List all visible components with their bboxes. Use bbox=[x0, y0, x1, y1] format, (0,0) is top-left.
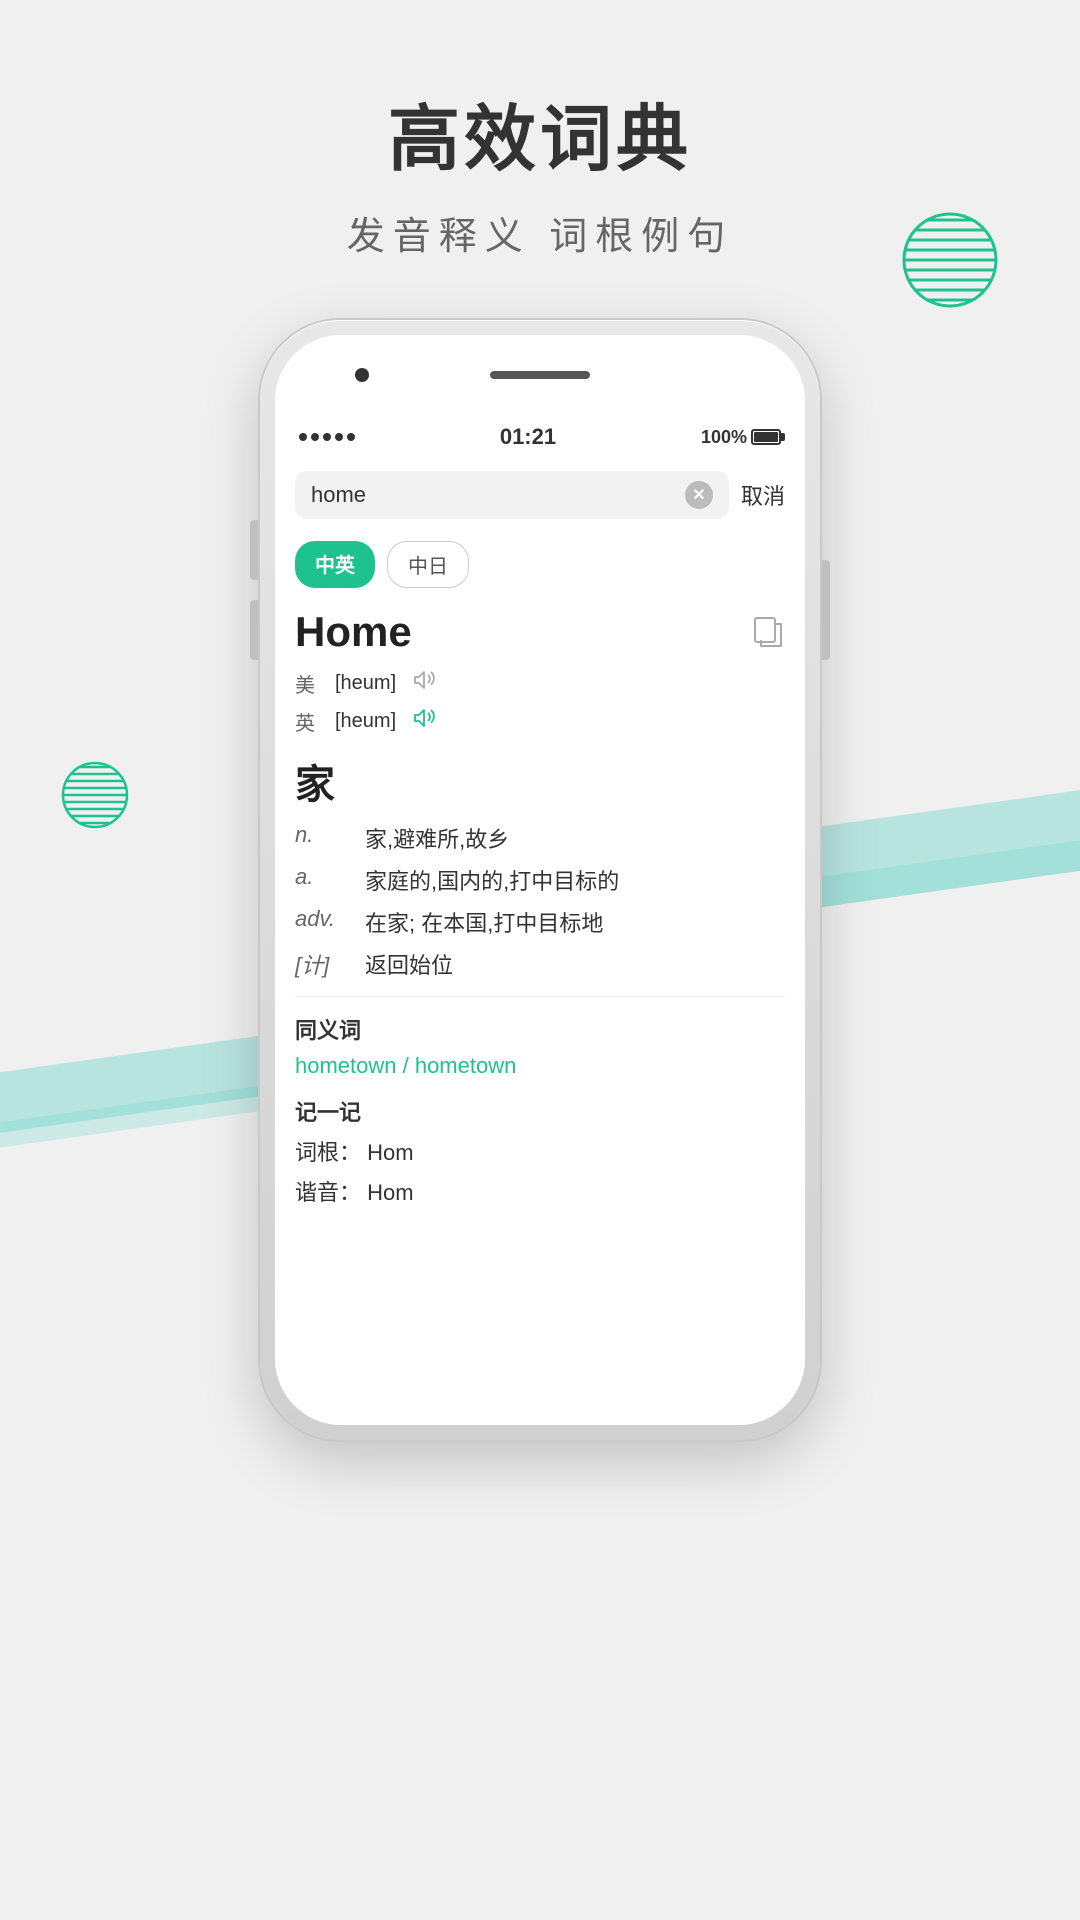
phone-outer-shell: 01:21 100% home ✕ 取消 中英 中日 bbox=[260, 320, 820, 1440]
status-bar: 01:21 100% bbox=[275, 415, 805, 459]
pron-label-uk: 英 bbox=[295, 707, 319, 736]
synonyms-label: 同义词 bbox=[295, 1013, 785, 1045]
pron-text-us: [heum] bbox=[335, 672, 396, 695]
def-type-n: n. bbox=[295, 822, 365, 854]
pron-row-uk: 英 [heum] bbox=[295, 706, 785, 736]
phone-speaker bbox=[490, 371, 590, 379]
memory-label: 记一记 bbox=[295, 1095, 785, 1127]
phone-mockup: 01:21 100% home ✕ 取消 中英 中日 bbox=[260, 320, 820, 1440]
synonyms-text[interactable]: hometown / hometown bbox=[295, 1053, 785, 1079]
def-text-n: 家,避难所,故乡 bbox=[365, 822, 785, 854]
header-section: 高效词典 发音释义 词根例句 bbox=[347, 80, 734, 260]
word-root-value: Hom bbox=[367, 1140, 413, 1165]
tab-area: 中英 中日 bbox=[275, 531, 805, 598]
def-text-adv: 在家; 在本国,打中目标地 bbox=[365, 906, 785, 938]
deco-circle-top-right bbox=[900, 210, 1000, 310]
def-text-comp: 返回始位 bbox=[365, 948, 785, 980]
search-input-wrap[interactable]: home ✕ bbox=[295, 471, 729, 519]
pron-row-us: 美 [heum] bbox=[295, 668, 785, 698]
tab-zh-ja[interactable]: 中日 bbox=[387, 541, 469, 588]
pron-text-uk: [heum] bbox=[335, 710, 396, 733]
def-type-comp: [计] bbox=[295, 948, 365, 980]
signal-dot-4 bbox=[335, 433, 343, 441]
def-text-a: 家庭的,国内的,打中目标的 bbox=[365, 864, 785, 896]
def-row-n: n. 家,避难所,故乡 bbox=[295, 822, 785, 854]
word-header: Home bbox=[295, 608, 785, 656]
signal-dot-5 bbox=[347, 433, 355, 441]
front-sensor bbox=[355, 368, 369, 382]
search-area: home ✕ 取消 bbox=[275, 459, 805, 531]
signal-dot-1 bbox=[299, 433, 307, 441]
sub-title: 发音释义 词根例句 bbox=[347, 205, 734, 260]
signal-dot-2 bbox=[311, 433, 319, 441]
main-title: 高效词典 bbox=[347, 80, 734, 185]
section-divider bbox=[295, 996, 785, 997]
tab-zh-en[interactable]: 中英 bbox=[295, 541, 375, 588]
cancel-button[interactable]: 取消 bbox=[741, 479, 785, 511]
def-type-adv: adv. bbox=[295, 906, 365, 938]
def-row-adv: adv. 在家; 在本国,打中目标地 bbox=[295, 906, 785, 938]
homophone-label: 谐音： bbox=[295, 1180, 361, 1205]
speaker-icon-us[interactable] bbox=[412, 668, 436, 698]
phone-top-bar bbox=[275, 335, 805, 415]
signal-dot-3 bbox=[323, 433, 331, 441]
battery-percent: 100% bbox=[701, 427, 747, 448]
word-title: Home bbox=[295, 608, 412, 656]
word-root-row: 词根： Hom bbox=[295, 1135, 785, 1167]
dictionary-content: Home 美 [heum] bbox=[275, 598, 805, 1225]
battery-fill bbox=[754, 432, 778, 442]
speaker-icon-uk[interactable] bbox=[412, 706, 436, 736]
def-row-comp: [计] 返回始位 bbox=[295, 948, 785, 980]
def-type-a: a. bbox=[295, 864, 365, 896]
share-icon[interactable] bbox=[753, 616, 785, 648]
signal-indicator bbox=[299, 433, 355, 441]
word-root-label: 词根： bbox=[295, 1140, 361, 1165]
pron-label-us: 美 bbox=[295, 669, 319, 698]
homophone-value: Hom bbox=[367, 1180, 413, 1205]
def-row-a: a. 家庭的,国内的,打中目标的 bbox=[295, 864, 785, 896]
deco-circle-mid-left bbox=[60, 760, 130, 830]
homophone-row: 谐音： Hom bbox=[295, 1175, 785, 1207]
search-query-text: home bbox=[311, 482, 366, 508]
clear-search-button[interactable]: ✕ bbox=[685, 481, 713, 509]
battery-icon bbox=[751, 429, 781, 445]
chinese-heading: 家 bbox=[295, 752, 785, 810]
status-time: 01:21 bbox=[500, 424, 556, 450]
status-battery: 100% bbox=[701, 427, 781, 448]
phone-inner: 01:21 100% home ✕ 取消 中英 中日 bbox=[275, 335, 805, 1425]
